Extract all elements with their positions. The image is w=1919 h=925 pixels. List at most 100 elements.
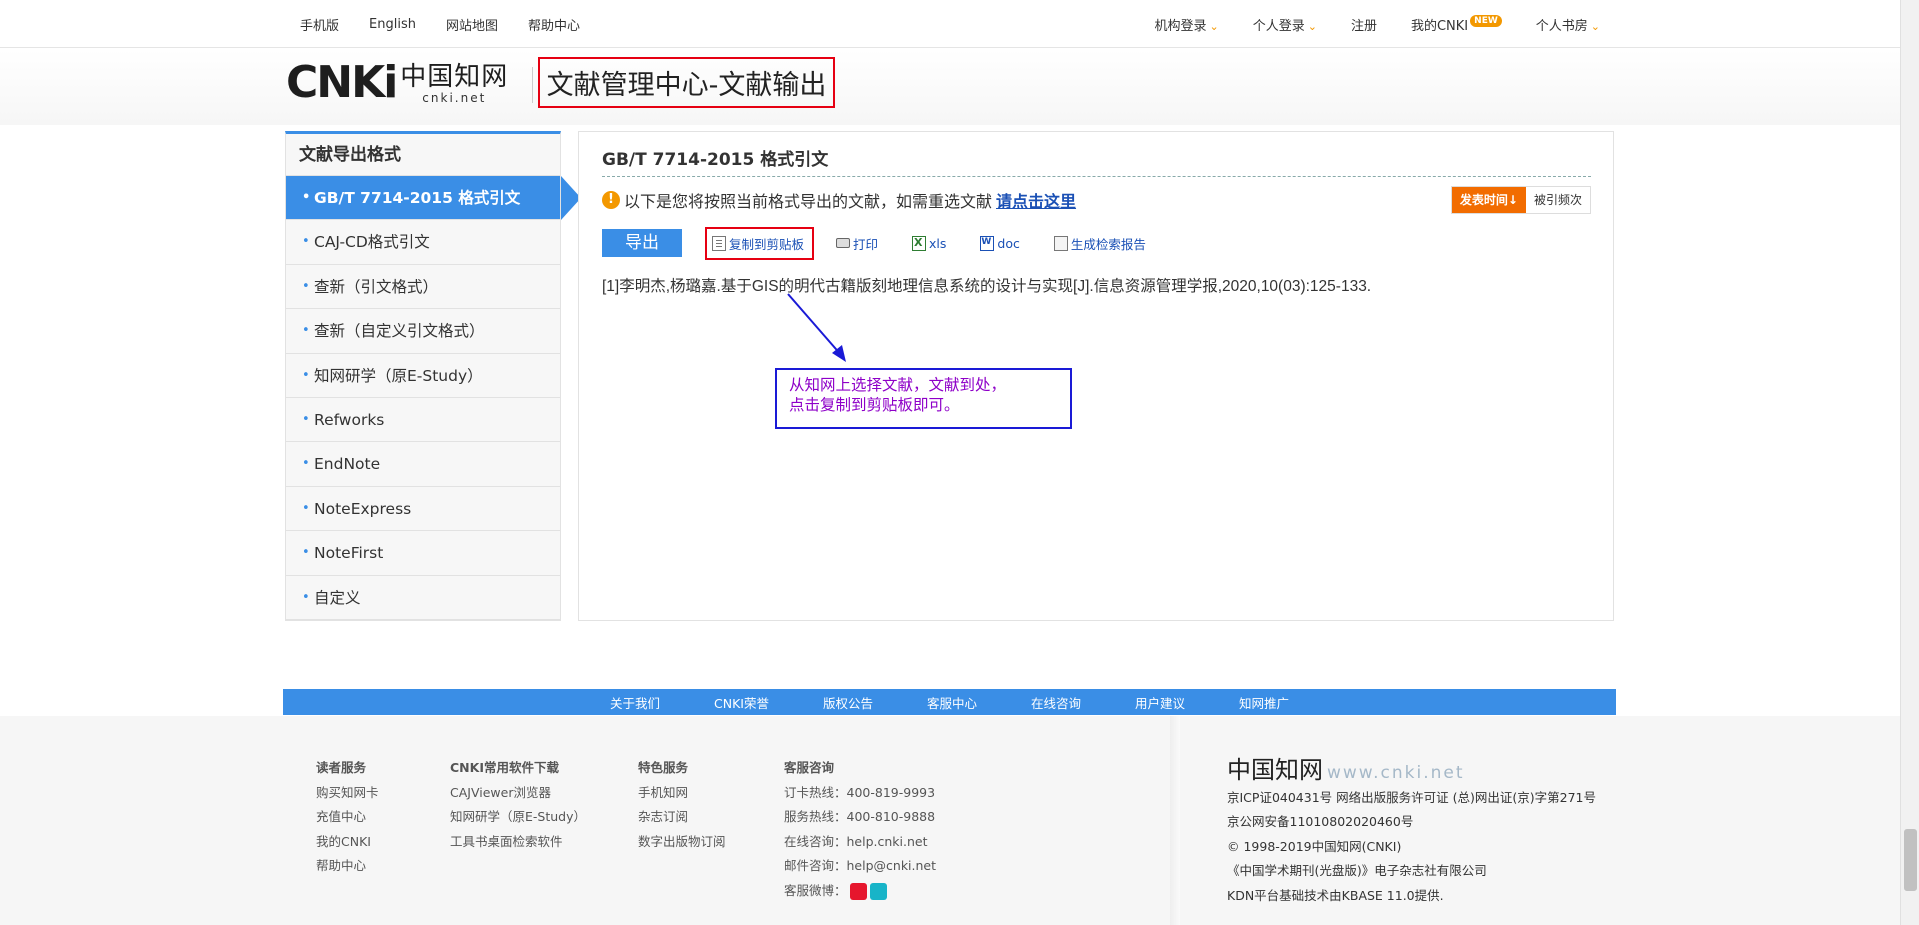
sidebar-item-noteexpress[interactable]: • NoteExpress [286, 487, 560, 532]
sort-by-citations-button[interactable]: 被引频次 [1525, 187, 1590, 213]
generate-report-button[interactable]: 生成检索报告 [1053, 234, 1146, 253]
footer-legal-line: 《中国学术期刊(光盘版)》电子杂志社有限公司 [1227, 863, 1487, 878]
my-cnki-link[interactable]: 我的CNKI NEW [1411, 14, 1502, 34]
footer-nav-service[interactable]: 客服中心 [927, 693, 977, 712]
personal-login-link[interactable]: 个人登录 ⌄ [1253, 15, 1317, 34]
top-left-links: 手机版 English 网站地图 帮助中心 [300, 0, 580, 48]
footer-legal: 中国知网 www.cnki.net 京ICP证040431号 网络出版服务许可证 … [1227, 758, 1596, 908]
footer-legal-line: 京ICP证040431号 网络出版服务许可证 (总)网出证(京)字第271号 [1227, 789, 1596, 805]
bullet-icon: • [302, 411, 310, 427]
footer-nav-honors[interactable]: CNKI荣誉 [714, 693, 769, 712]
footer-weibo-row: 客服微博： [784, 879, 936, 904]
chevron-down-icon: ⌄ [1307, 19, 1317, 33]
institution-login-label: 机构登录 [1154, 18, 1207, 34]
scrollbar-thumb[interactable] [1904, 829, 1917, 891]
sidebar-item-cajcd[interactable]: • CAJ-CD格式引文 [286, 220, 560, 265]
footer-nav-promo[interactable]: 知网推广 [1239, 693, 1289, 712]
sitemap-link[interactable]: 网站地图 [446, 15, 498, 34]
footer-logo-cn: 中国知网 [1227, 756, 1323, 784]
footer-link[interactable]: 知网研学（原E-Study） [450, 805, 586, 830]
footer-link[interactable]: CAJViewer浏览器 [450, 781, 586, 806]
footer-link[interactable]: 在线咨询：help.cnki.net [784, 830, 936, 855]
annotation-arrow [787, 293, 846, 362]
bullet-icon: • [302, 367, 310, 383]
print-button[interactable]: 打印 [836, 234, 878, 253]
bullet-icon: • [302, 278, 310, 294]
sidebar-item-novelty-citation[interactable]: • 查新（引文格式） [286, 265, 560, 310]
footer-link[interactable]: 杂志订阅 [638, 805, 726, 830]
personal-login-label: 个人登录 [1252, 18, 1305, 34]
export-doc-button[interactable]: doc [980, 235, 1020, 251]
sort-date-label: 发表时间 [1459, 193, 1508, 207]
copy-highlight: 复制到剪贴板 [705, 226, 815, 260]
footer-link[interactable]: 我的CNKI [316, 830, 379, 855]
footer-link[interactable]: 帮助中心 [316, 854, 379, 879]
footer-divider [1170, 716, 1180, 925]
footer-nav-about[interactable]: 关于我们 [610, 693, 660, 712]
sidebar-item-novelty-custom[interactable]: • 查新（自定义引文格式） [286, 309, 560, 354]
copy-to-clipboard-button[interactable]: 复制到剪贴板 [712, 234, 804, 253]
bullet-icon: • [302, 456, 310, 472]
footer-link[interactable]: 购买知网卡 [316, 781, 379, 806]
export-button[interactable]: 导出 [602, 229, 682, 257]
citation-entry[interactable]: [1]李明杰,杨璐嘉.基于GIS的明代古籍版刻地理信息系统的设计与实现[J].信… [602, 274, 1371, 296]
institution-login-link[interactable]: 机构登录 ⌄ [1155, 15, 1219, 34]
top-right-links: 机构登录 ⌄ 个人登录 ⌄ 注册 我的CNKI NEW 个人书房 ⌄ [1155, 0, 1600, 48]
footer-info: 服务热线：400-810-9888 [784, 809, 936, 824]
warning-icon: ! [602, 191, 620, 209]
footer-legal-line: KDN平台基础技术由KBASE 11.0提供. [1227, 887, 1444, 903]
footer-link[interactable]: 充值中心 [316, 805, 379, 830]
sidebar-item-label: 查新（自定义引文格式） [314, 322, 485, 341]
english-link[interactable]: English [369, 17, 416, 32]
excel-icon [912, 235, 927, 251]
footer-info: 订卡热线：400-819-9993 [784, 784, 936, 800]
footer-nav-feedback[interactable]: 用户建议 [1135, 693, 1185, 712]
sidebar-heading: 文献导出格式 [286, 134, 560, 176]
export-format-sidebar: 文献导出格式 • GB/T 7714-2015 格式引文 • CAJ-CD格式引文 … [285, 131, 581, 621]
sort-by-date-button[interactable]: 发表时间↓ [1451, 187, 1526, 213]
footer-col-heading: 客服咨询 [784, 760, 835, 775]
personal-library-label: 个人书房 [1535, 18, 1588, 34]
reselect-link[interactable]: 请点击这里 [996, 188, 1076, 212]
bullet-icon: • [302, 190, 311, 205]
footer-link[interactable]: 数字出版物订阅 [638, 830, 726, 855]
export-xls-button[interactable]: xls [912, 235, 946, 251]
footer-nav: 关于我们 CNKI荣誉 版权公告 客服中心 在线咨询 用户建议 知网推广 [283, 689, 1616, 715]
sidebar-item-notefirst[interactable]: • NoteFirst [286, 531, 560, 576]
sidebar-item-label: 查新（引文格式） [314, 277, 439, 296]
footer-link[interactable]: 工具书桌面检索软件 [450, 830, 586, 855]
footer-nav-online[interactable]: 在线咨询 [1031, 693, 1081, 712]
weibo-icon[interactable] [849, 882, 867, 900]
footer-col-heading: CNKI常用软件下载 [450, 760, 559, 775]
sidebar-item-custom[interactable]: • 自定义 [286, 576, 560, 620]
personal-library-link[interactable]: 个人书房 ⌄ [1536, 15, 1600, 34]
tencent-weibo-icon[interactable] [869, 882, 887, 900]
footer-info: 客服微博： [784, 882, 847, 898]
footer-col-software: CNKI常用软件下载 CAJViewer浏览器 知网研学（原E-Study） 工… [450, 756, 586, 854]
scrollbar[interactable] [1900, 0, 1919, 925]
word-icon [980, 235, 995, 251]
sidebar-item-refworks[interactable]: • Refworks [286, 398, 560, 443]
footer-link[interactable]: 邮件咨询：help@cnki.net [784, 854, 936, 879]
chevron-down-icon: ⌄ [1590, 19, 1600, 33]
cnki-logo[interactable]: CNKi 中国知网 cnki.net [286, 57, 508, 108]
copy-icon [712, 235, 726, 251]
footer-logo-url: www.cnki.net [1327, 763, 1465, 783]
top-bar: 手机版 English 网站地图 帮助中心 机构登录 ⌄ 个人登录 ⌄ 注册 我的C… [0, 0, 1900, 48]
footer-col-heading: 读者服务 [316, 760, 367, 775]
register-link[interactable]: 注册 [1351, 15, 1377, 34]
header: CNKi 中国知网 cnki.net 文献管理中心-文献输出 [0, 49, 1900, 125]
bullet-icon: • [302, 589, 310, 605]
bullet-icon: • [302, 323, 310, 339]
help-link[interactable]: 帮助中心 [528, 15, 580, 34]
footer-nav-copyright[interactable]: 版权公告 [823, 693, 873, 712]
sidebar-item-estudy[interactable]: • 知网研学（原E-Study） [286, 354, 560, 398]
sidebar-item-endnote[interactable]: • EndNote [286, 442, 560, 487]
logo-latin: CNKi [286, 57, 398, 108]
sidebar-item-gbt7714[interactable]: • GB/T 7714-2015 格式引文 [286, 176, 581, 221]
sidebar-item-label: NoteFirst [314, 544, 384, 563]
footer-legal-line: 京公网安备11010802020460号 [1227, 814, 1414, 829]
mobile-link[interactable]: 手机版 [300, 15, 339, 34]
footer-link[interactable]: 手机知网 [638, 781, 726, 806]
divider [602, 176, 1591, 177]
